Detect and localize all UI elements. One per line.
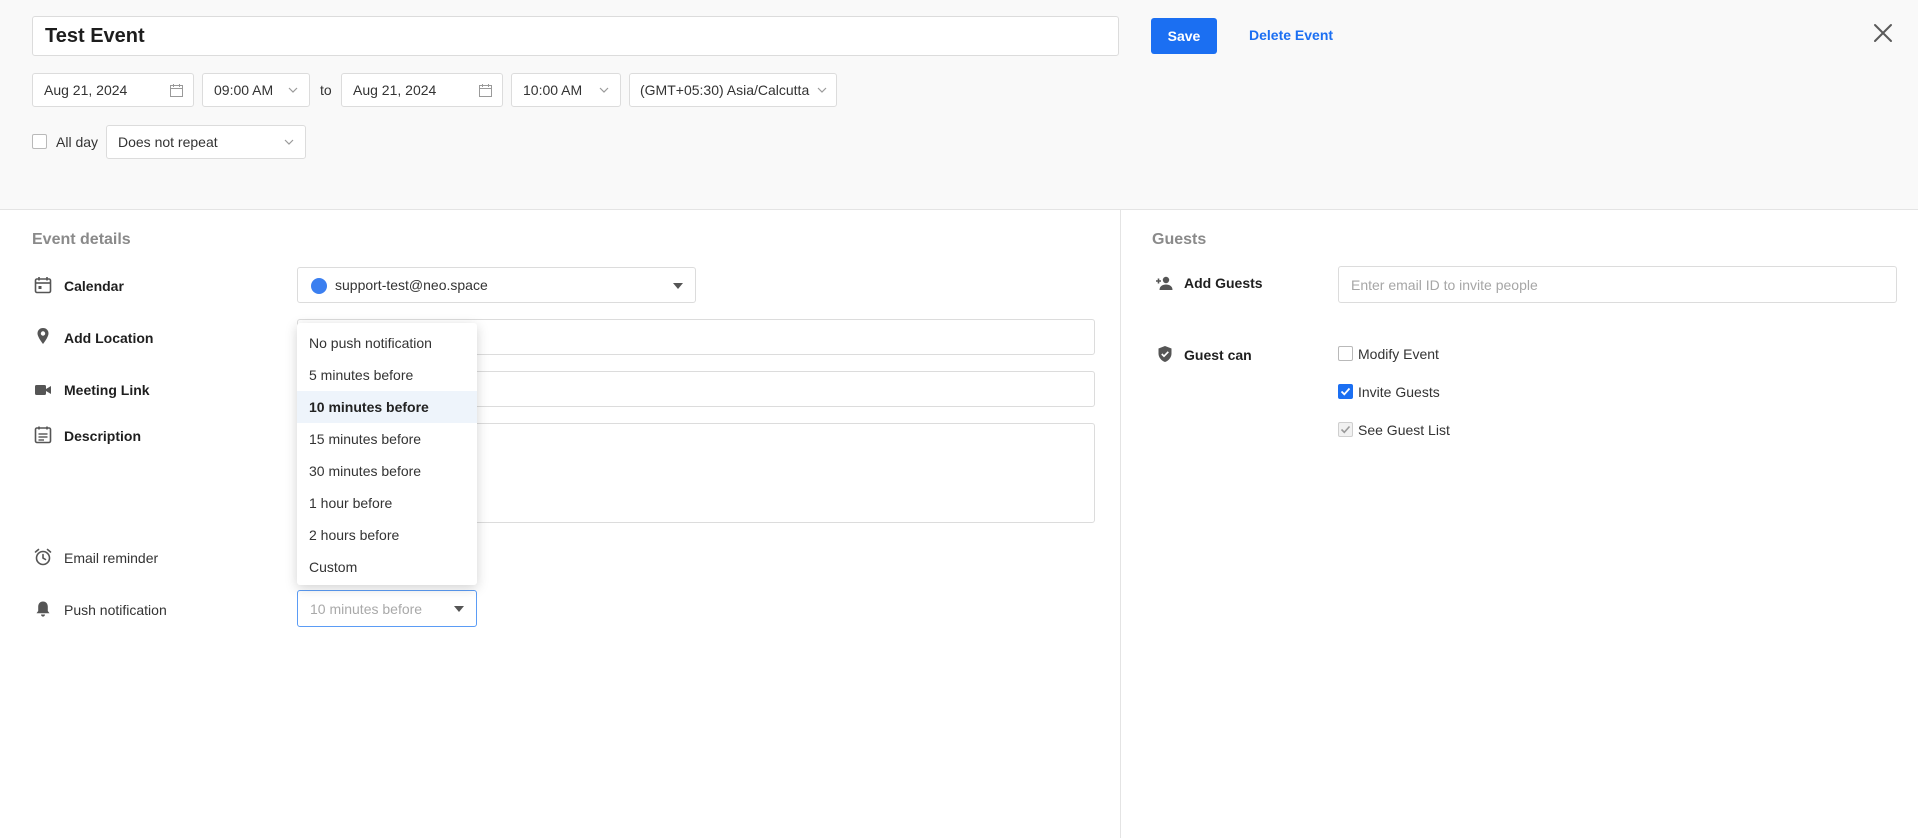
calendar-color-dot <box>311 278 327 294</box>
caret-down-icon <box>673 283 683 289</box>
panel-divider <box>1120 210 1121 838</box>
add-guests-label: Add Guests <box>1184 275 1263 291</box>
description-label: Description <box>64 428 142 444</box>
timezone-select[interactable]: (GMT+05:30) Asia/Calcutta <box>629 73 837 107</box>
dropdown-option[interactable]: 5 minutes before <box>297 359 477 391</box>
repeat-select[interactable]: Does not repeat <box>106 125 306 159</box>
calendar-icon <box>34 277 52 294</box>
delete-event-link[interactable]: Delete Event <box>1249 27 1333 43</box>
chevron-down-icon <box>817 87 827 93</box>
end-date-picker[interactable]: Aug 21, 2024 <box>341 73 503 107</box>
guests-title: Guests <box>1152 231 1207 248</box>
calendar-label: Calendar <box>64 278 124 294</box>
dropdown-option[interactable]: 30 minutes before <box>297 455 477 487</box>
alarm-clock-icon <box>34 548 52 566</box>
description-icon <box>34 426 52 444</box>
invite-guests-label: Invite Guests <box>1358 384 1440 400</box>
end-time-value: 10:00 AM <box>523 82 583 98</box>
chevron-down-icon <box>288 87 298 93</box>
modify-event-label: Modify Event <box>1358 346 1439 362</box>
checkmark-icon <box>1340 425 1351 434</box>
dropdown-option[interactable]: No push notification <box>297 327 477 359</box>
dropdown-option[interactable]: 15 minutes before <box>297 423 477 455</box>
shield-check-icon <box>1158 346 1172 362</box>
calendar-icon <box>170 84 183 97</box>
start-date-picker[interactable]: Aug 21, 2024 <box>32 73 194 107</box>
calendar-value: support-test@neo.space <box>335 277 488 293</box>
push-notification-value: 10 minutes before <box>310 601 423 617</box>
add-person-icon <box>1156 276 1173 290</box>
see-guest-list-label: See Guest List <box>1358 422 1450 438</box>
modify-event-checkbox[interactable] <box>1338 346 1353 361</box>
meeting-link-label: Meeting Link <box>64 382 150 398</box>
end-date-value: Aug 21, 2024 <box>353 82 437 98</box>
calendar-select[interactable]: support-test@neo.space <box>297 267 696 303</box>
start-date-value: Aug 21, 2024 <box>44 82 128 98</box>
video-camera-icon <box>35 385 51 395</box>
repeat-value: Does not repeat <box>118 134 218 150</box>
to-label: to <box>320 82 332 98</box>
caret-down-icon <box>454 606 464 612</box>
dropdown-option[interactable]: 1 hour before <box>297 487 477 519</box>
close-icon[interactable] <box>1872 22 1894 44</box>
bell-icon <box>36 601 50 617</box>
event-details-title: Event details <box>32 231 131 248</box>
push-notification-label: Push notification <box>64 602 167 618</box>
calendar-icon <box>479 84 492 97</box>
checkmark-icon <box>1340 387 1351 396</box>
timezone-value: (GMT+05:30) Asia/Calcutta <box>640 82 810 98</box>
chevron-down-icon <box>599 87 609 93</box>
guest-can-label: Guest can <box>1184 347 1252 363</box>
end-time-select[interactable]: 10:00 AM <box>511 73 621 107</box>
see-guest-list-checkbox <box>1338 422 1353 437</box>
start-time-value: 09:00 AM <box>214 82 274 98</box>
dropdown-option[interactable]: Custom <box>297 551 477 583</box>
save-button[interactable]: Save <box>1151 18 1217 54</box>
chevron-down-icon <box>284 139 294 145</box>
add-guests-input[interactable]: Enter email ID to invite people <box>1338 266 1897 303</box>
event-title-input[interactable]: Test Event <box>32 16 1119 56</box>
dropdown-option[interactable]: 2 hours before <box>297 519 477 551</box>
location-label: Add Location <box>64 330 154 346</box>
email-reminder-label: Email reminder <box>64 550 159 566</box>
all-day-label: All day <box>56 134 99 150</box>
push-notification-select[interactable]: 10 minutes before <box>297 590 477 627</box>
push-notification-dropdown: No push notification 5 minutes before 10… <box>297 323 477 585</box>
dropdown-option-selected[interactable]: 10 minutes before <box>297 391 477 423</box>
all-day-checkbox[interactable] <box>32 134 47 149</box>
add-guests-placeholder: Enter email ID to invite people <box>1351 277 1538 293</box>
invite-guests-checkbox[interactable] <box>1338 384 1353 399</box>
start-time-select[interactable]: 09:00 AM <box>202 73 310 107</box>
location-pin-icon <box>37 328 49 344</box>
